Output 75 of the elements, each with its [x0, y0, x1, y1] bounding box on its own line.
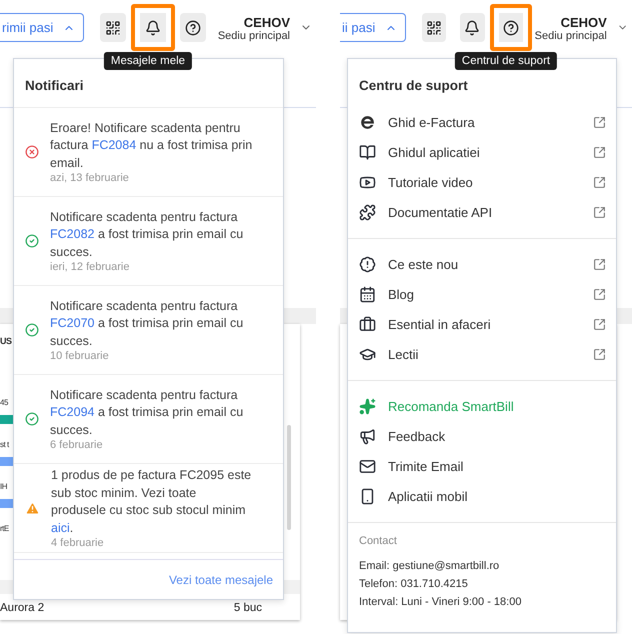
- tooltip: Mesajele mele: [104, 52, 192, 70]
- notification-date: 6 februarie: [50, 439, 104, 452]
- product-label: st t: [0, 440, 9, 449]
- contact-line: Email: gestiune@smartbill.ro: [359, 559, 500, 574]
- invoice-link[interactable]: FC2070: [50, 316, 94, 330]
- check-icon: [25, 234, 39, 248]
- notifications-button[interactable]: [131, 4, 175, 51]
- notification-date: 4 februarie: [51, 537, 105, 549]
- company-name: CEHOV: [560, 15, 607, 30]
- branch-name: Sediu principal: [218, 30, 290, 42]
- bell-icon: [145, 20, 162, 36]
- menu-item[interactable]: Esential in afaceri: [348, 309, 616, 339]
- check-icon: [25, 412, 39, 426]
- menu-item[interactable]: Lectii: [348, 339, 616, 369]
- tooltip: Centrul de suport: [454, 52, 558, 70]
- panel-title: Centru de suport: [359, 77, 468, 93]
- e-logo-icon: [359, 114, 376, 130]
- notification-text: Notificare scadenta pentru factura FC2094 a fost trimisa prin email cu succes.: [50, 386, 244, 439]
- notification-date: 10 februarie: [50, 350, 110, 362]
- warning-icon: [25, 500, 40, 516]
- branch-name: Sediu principal: [534, 30, 607, 42]
- product-label: IH: [0, 482, 7, 491]
- menu-item[interactable]: Ghidul aplicatiei: [348, 137, 616, 167]
- notification-text: Notificare scadenta pentru factura FC2070 a fost trimisa prin email cu succes.: [50, 298, 244, 350]
- contact-line: Interval: Luni - Vineri 9:00 - 18:00: [359, 595, 522, 610]
- menu-item[interactable]: Blog: [348, 279, 616, 309]
- menu-item[interactable]: Ce este nou: [348, 249, 616, 279]
- quantity: 5 buc: [234, 602, 262, 614]
- menu-item[interactable]: Tutoriale video: [348, 167, 616, 197]
- panel-title: Notificari: [25, 77, 84, 93]
- menu-item[interactable]: Feedback: [348, 421, 616, 451]
- alert-badge-icon: [359, 256, 376, 272]
- invoice-link[interactable]: FC2082: [50, 227, 94, 242]
- help-button[interactable]: [180, 13, 206, 42]
- notification-date: azi, 13 februarie: [50, 172, 130, 184]
- bell-icon: [464, 20, 480, 36]
- notification-text: Notificare scadenta pentru factura FC2082 a fost trimisa prin email cu succes.: [50, 208, 244, 261]
- contact-line: Telefon: 031.710.4215: [359, 577, 469, 592]
- briefcase-icon: [359, 316, 376, 332]
- sparkles-icon: [359, 398, 376, 414]
- menu-item[interactable]: Documentatie API: [348, 197, 616, 227]
- notification-text: Eroare! Notificare scadenta pentru factura FC2084 nu a fost trimisa prin email.: [50, 120, 254, 172]
- smartphone-icon: [359, 488, 376, 504]
- megaphone-icon: [359, 428, 376, 444]
- help-icon: [184, 20, 201, 36]
- menu-item[interactable]: Ghid e-Factura: [348, 107, 616, 137]
- menu-item[interactable]: Trimite Email: [348, 451, 616, 481]
- invoice-link[interactable]: FC2084: [92, 138, 136, 152]
- check-icon: [25, 323, 39, 337]
- product-name: Aurora 2: [0, 602, 44, 614]
- calendar-icon: [359, 286, 376, 302]
- notification-date: ieri, 12 februarie: [50, 261, 130, 274]
- contact-title: Contact: [359, 535, 398, 547]
- notification-text: 1 produs de pe factura FC2095 este sub stoc minim. Vezi toate produsele cu stoc sub stocul minim aici.: [51, 467, 252, 536]
- product-label: 45: [0, 398, 8, 407]
- card-title: US: [0, 336, 12, 346]
- notifications-button[interactable]: [460, 13, 484, 42]
- qr-grid-icon: [426, 20, 442, 36]
- add-button[interactable]: [100, 13, 126, 42]
- invoice-link[interactable]: FC2094: [50, 405, 94, 420]
- add-button[interactable]: [422, 13, 446, 42]
- start-guide-button[interactable]: rimii pasi: [0, 13, 84, 42]
- book-icon: [359, 144, 376, 160]
- menu-item[interactable]: Aplicatii mobil: [348, 481, 616, 511]
- puzzle-icon: [359, 204, 376, 220]
- invoice-link[interactable]: aici: [51, 520, 70, 534]
- mail-icon: [359, 458, 376, 474]
- error-icon: [25, 145, 39, 159]
- help-button[interactable]: [490, 4, 532, 51]
- company-name: CEHOV: [244, 15, 290, 30]
- product-label: rtE: [0, 524, 9, 533]
- qr-grid-icon: [105, 20, 122, 36]
- help-icon: [502, 20, 519, 36]
- scrollbar-thumb[interactable]: [287, 425, 291, 530]
- start-guide-button[interactable]: ii pasi: [340, 13, 406, 42]
